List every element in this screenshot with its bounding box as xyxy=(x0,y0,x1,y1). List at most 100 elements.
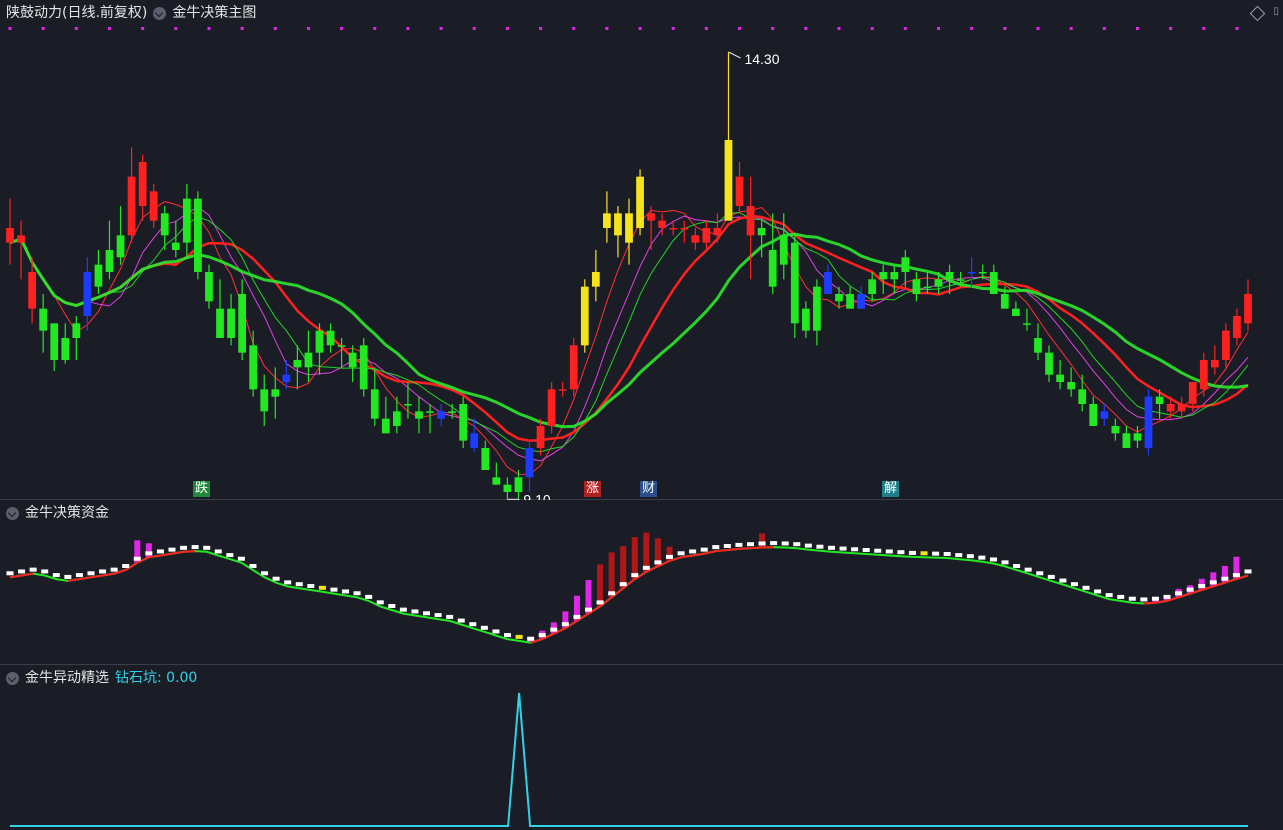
funds-dash xyxy=(261,571,269,576)
candle-body xyxy=(591,272,600,287)
indicator-title[interactable]: 金牛决策主图 xyxy=(172,4,256,22)
candle-body xyxy=(923,286,932,289)
signal-title[interactable]: 金牛异动精选 xyxy=(25,669,109,687)
signal-dot xyxy=(1135,27,1139,30)
funds-dash xyxy=(966,554,974,559)
funds-line-up xyxy=(160,552,173,557)
signal-dot xyxy=(141,27,145,30)
candle-body xyxy=(835,294,843,302)
signal-marker-jie: 解 xyxy=(882,481,900,497)
candle-body xyxy=(238,294,246,353)
funds-dash xyxy=(897,550,905,555)
signal-chart xyxy=(10,692,1248,827)
candle-body xyxy=(459,404,468,441)
candle-body xyxy=(669,228,678,230)
funds-dash xyxy=(318,585,326,590)
funds-dash xyxy=(851,547,859,552)
signal-dot xyxy=(406,27,410,30)
funds-dash xyxy=(156,549,164,554)
candle-body xyxy=(1210,360,1219,368)
funds-dash xyxy=(793,542,801,547)
signal-dot xyxy=(107,27,111,30)
funds-dash xyxy=(365,594,373,599)
funds-dash xyxy=(411,609,419,614)
signal-dot xyxy=(505,27,509,30)
signal-dot xyxy=(472,27,476,30)
candle-body xyxy=(271,389,280,397)
funds-dash xyxy=(180,545,188,550)
funds-dash xyxy=(307,584,315,588)
candle-body xyxy=(1111,426,1120,434)
candle-body xyxy=(39,308,48,331)
high-arrow xyxy=(728,51,741,59)
funds-bar xyxy=(620,546,627,589)
funds-dash xyxy=(64,574,72,579)
funds-line-up xyxy=(21,572,34,577)
signal-dot xyxy=(373,27,377,30)
signal-dot xyxy=(605,27,609,30)
funds-dash xyxy=(804,543,812,548)
chevron-down-icon[interactable] xyxy=(6,506,19,520)
funds-dash xyxy=(862,548,870,552)
candle-body xyxy=(1067,382,1076,390)
chevron-down-icon[interactable] xyxy=(6,671,19,685)
funds-dash xyxy=(504,633,512,638)
signal-value: 钻石坑: 0.00 xyxy=(115,670,198,686)
funds-dash xyxy=(376,600,384,605)
candle-body xyxy=(448,411,457,413)
funds-dash xyxy=(908,550,916,555)
funds-dash xyxy=(665,554,673,559)
funds-dash xyxy=(816,544,824,549)
candle-body xyxy=(647,213,655,221)
candle-body xyxy=(72,323,81,338)
funds-indicator-panel: 金牛决策资金 xyxy=(0,500,1283,665)
candle-body xyxy=(293,360,302,368)
funds-dash xyxy=(353,591,361,596)
funds-dash xyxy=(6,571,14,576)
candlestick-chart: 14.30 9.10 xyxy=(6,27,1252,500)
funds-bar xyxy=(597,564,604,607)
funds-dash xyxy=(989,557,997,562)
funds-dash xyxy=(168,547,176,552)
funds-dash xyxy=(1221,576,1229,581)
funds-dash xyxy=(654,560,662,565)
signal-dot xyxy=(1235,27,1239,30)
funds-dash xyxy=(52,573,60,578)
candle-body xyxy=(1144,396,1153,448)
candle-body xyxy=(779,235,788,265)
funds-dash xyxy=(735,542,743,547)
signal-dot xyxy=(273,27,277,30)
chevron-down-icon[interactable] xyxy=(153,6,167,20)
scroll-icon[interactable]: ▯ xyxy=(1273,6,1279,17)
signal-dot xyxy=(174,27,178,30)
funds-dash xyxy=(758,541,766,546)
funds-dash xyxy=(446,614,454,619)
signal-dot xyxy=(1003,27,1007,30)
signal-dot xyxy=(539,27,543,30)
candle-body xyxy=(857,294,865,309)
candle-body xyxy=(1089,404,1098,426)
signal-dot xyxy=(1102,27,1106,30)
funds-dash xyxy=(99,569,107,574)
funds-title[interactable]: 金牛决策资金 xyxy=(25,504,109,522)
candle-body xyxy=(879,272,888,280)
candle-body xyxy=(735,176,744,206)
funds-dash xyxy=(1013,564,1021,568)
candle-body xyxy=(94,264,103,287)
funds-line-up xyxy=(102,572,115,577)
candle-body xyxy=(691,235,700,243)
funds-line xyxy=(9,546,1249,644)
funds-dash xyxy=(608,591,616,596)
candle-body xyxy=(801,308,810,331)
funds-chart xyxy=(6,532,1252,644)
signal-dot xyxy=(903,27,907,30)
funds-dash xyxy=(330,587,338,592)
funds-dash xyxy=(839,546,847,551)
funds-dash xyxy=(1128,596,1136,601)
funds-dash xyxy=(827,545,835,550)
candle-body xyxy=(757,228,766,236)
low-price-label: 9.10 xyxy=(523,491,550,500)
candle-body xyxy=(1244,294,1252,324)
funds-line-up xyxy=(738,547,751,550)
candle-body xyxy=(370,389,379,419)
